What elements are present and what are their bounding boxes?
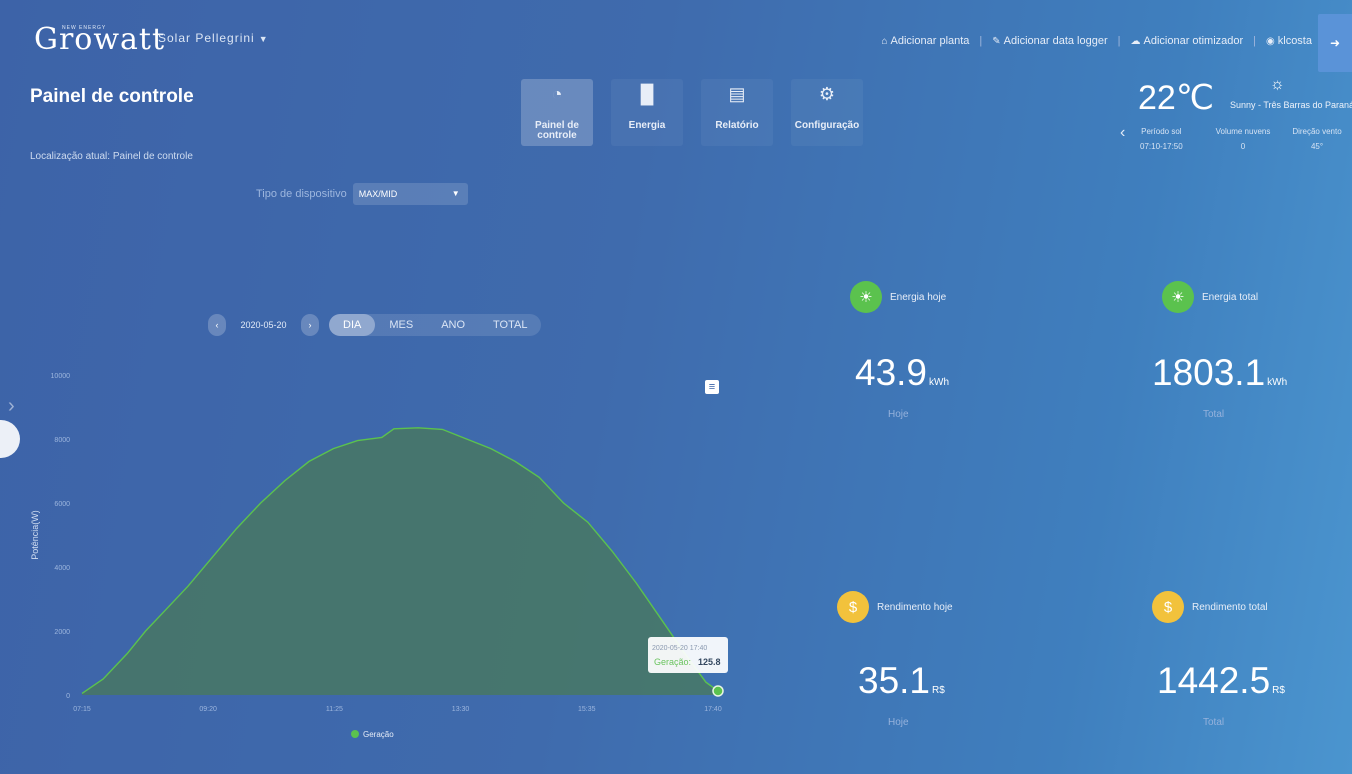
add-optimizer-link[interactable]: ☁ Adicionar otimizador xyxy=(1131,35,1244,47)
top-links: ⌂ Adicionar planta | ✎ Adicionar data logg… xyxy=(881,35,1312,47)
user-menu[interactable]: ◉ klcosta xyxy=(1266,35,1312,47)
tab-energia[interactable]: ▐▌ Energia xyxy=(611,79,683,146)
weather-widget: 22℃ ☼ Sunny - Três Barras do Paraná ‹ Pe… xyxy=(1120,72,1352,172)
y-tick-label: 0 xyxy=(66,693,70,700)
temperature: 22℃ xyxy=(1138,79,1215,117)
divider: | xyxy=(1117,35,1121,47)
sun-icon: ☼ xyxy=(1270,76,1285,93)
plant-name: Solar Pellegrini xyxy=(158,31,255,45)
x-tick-label: 11:25 xyxy=(326,706,343,713)
tab-total[interactable]: TOTAL xyxy=(479,314,541,336)
bar-chart-icon: ▐▌ xyxy=(634,84,660,104)
sun-icon: ☀ xyxy=(850,281,882,313)
weather-condition: Sunny - Três Barras do Paraná xyxy=(1230,100,1352,110)
plant-select[interactable]: Solar Pellegrini ▼ xyxy=(158,31,269,45)
page-title: Painel de controle xyxy=(30,86,194,107)
breadcrumb: Localização atual: Painel de controle xyxy=(30,151,193,162)
y-tick-label: 10000 xyxy=(51,373,71,380)
energy-total-caption: Total xyxy=(1203,409,1225,420)
arrow-right-icon: ➜ xyxy=(1329,36,1341,50)
energy-total-header: ☀ Energia total xyxy=(1162,281,1258,313)
tooltip-box xyxy=(648,637,728,673)
yield-total-value: 1442.5 R$ xyxy=(1157,660,1285,701)
gear-icon: ⚙ xyxy=(818,84,836,104)
yield-today-caption: Hoje xyxy=(888,717,909,728)
chevron-left-icon: ‹ xyxy=(215,320,219,330)
yield-today-header: $ Rendimento hoje xyxy=(837,591,953,623)
divider: | xyxy=(1253,35,1257,47)
cloud-icon: ☁ xyxy=(1130,36,1141,47)
energy-today-value: 43.9 kWh xyxy=(855,352,950,393)
chevron-left-icon[interactable]: ‹ xyxy=(1120,124,1125,142)
divider: | xyxy=(979,35,983,47)
coin-icon: $ xyxy=(1152,591,1184,623)
tab-configuracao[interactable]: ⚙ Configuração xyxy=(791,79,863,146)
chevron-right-icon: › xyxy=(308,320,312,330)
tab-painel-de-controle[interactable]: ◔ Painel de controle xyxy=(521,79,593,146)
main-nav: ◔ Painel de controle ▐▌ Energia ▤ Relató… xyxy=(521,79,879,146)
top-bar: Growatt NEW ENERGY Solar Pellegrini ▼ ⌂ Ad… xyxy=(0,0,1352,78)
generation-area xyxy=(82,427,718,695)
x-tick-label: 09:20 xyxy=(199,706,217,713)
weather-clouds: Volume nuvens 0 xyxy=(1215,127,1271,151)
weather-sun-period: Período sol 07:10-17:50 xyxy=(1140,127,1183,151)
gauge-icon: ◔ xyxy=(551,84,563,104)
y-tick-label: 8000 xyxy=(54,437,70,444)
weather-wind: Direção vento 45° xyxy=(1292,127,1342,151)
x-tick-label: 13:30 xyxy=(452,706,470,713)
add-datalogger-link[interactable]: ✎ Adicionar data logger xyxy=(992,35,1107,47)
x-tick-label: 15:35 xyxy=(578,706,596,713)
chevron-down-icon: ▼ xyxy=(451,189,460,198)
legend-label: Geração xyxy=(363,730,394,739)
data-point xyxy=(712,685,724,697)
logo-tagline: NEW ENERGY xyxy=(62,25,107,31)
y-tick-label: 4000 xyxy=(54,565,70,572)
period-tabs: DIA MES ANO TOTAL xyxy=(329,314,542,336)
chevron-down-icon: ▼ xyxy=(258,34,269,44)
coin-icon: $ xyxy=(837,591,869,623)
add-plant-link[interactable]: ⌂ Adicionar planta xyxy=(881,35,969,47)
tooltip-time: 2020-05-20 17:40 xyxy=(652,645,707,652)
tab-ano[interactable]: ANO xyxy=(427,314,479,336)
tab-dia[interactable]: DIA xyxy=(329,314,376,336)
edit-icon: ✎ xyxy=(992,36,1001,47)
next-date-button[interactable]: › xyxy=(301,314,319,336)
date-picker[interactable]: 2020-05-20 xyxy=(226,314,301,336)
period-selector: ‹ 2020-05-20 › DIA MES ANO TOTAL xyxy=(208,314,542,336)
x-tick-label: 07:15 xyxy=(73,706,91,713)
device-type-row: Tipo de dispositivo MAX/MID ▼ xyxy=(256,183,468,205)
device-type-label: Tipo de dispositivo xyxy=(256,188,347,200)
tab-mes[interactable]: MES xyxy=(375,314,427,336)
sun-icon: ☀ xyxy=(1162,281,1194,313)
yield-total-header: $ Rendimento total xyxy=(1152,591,1268,623)
tab-relatorio[interactable]: ▤ Relatório xyxy=(701,79,773,146)
report-icon: ▤ xyxy=(728,84,746,104)
power-chart-svg: 0 2000 4000 6000 8000 10000 Potência(W) 07:15 09… xyxy=(30,373,728,739)
energy-total-value: 1803.1 kWh xyxy=(1152,352,1288,393)
energy-today-caption: Hoje xyxy=(888,409,909,420)
y-tick-label: 6000 xyxy=(54,501,70,508)
yield-total-caption: Total xyxy=(1203,717,1225,728)
side-panel-toggle[interactable]: ➜ xyxy=(1318,14,1352,72)
power-chart: 0 2000 4000 6000 8000 10000 Potência(W) 07:15 09… xyxy=(0,355,740,750)
device-type-select[interactable]: MAX/MID ▼ xyxy=(352,183,468,205)
y-tick-label: 2000 xyxy=(54,629,70,636)
prev-date-button[interactable]: ‹ xyxy=(208,314,226,336)
tooltip-label: Geração: xyxy=(654,657,691,667)
y-axis-label: Potência(W) xyxy=(30,510,40,560)
x-tick-label: 17:40 xyxy=(704,706,722,713)
home-icon: ⌂ xyxy=(881,36,888,47)
energy-today-header: ☀ Energia hoje xyxy=(850,281,946,313)
legend-marker xyxy=(351,730,359,738)
tooltip-value: 125.8 xyxy=(698,657,721,667)
yield-today-value: 35.1 R$ xyxy=(858,660,945,701)
user-icon: ◉ xyxy=(1266,36,1275,47)
